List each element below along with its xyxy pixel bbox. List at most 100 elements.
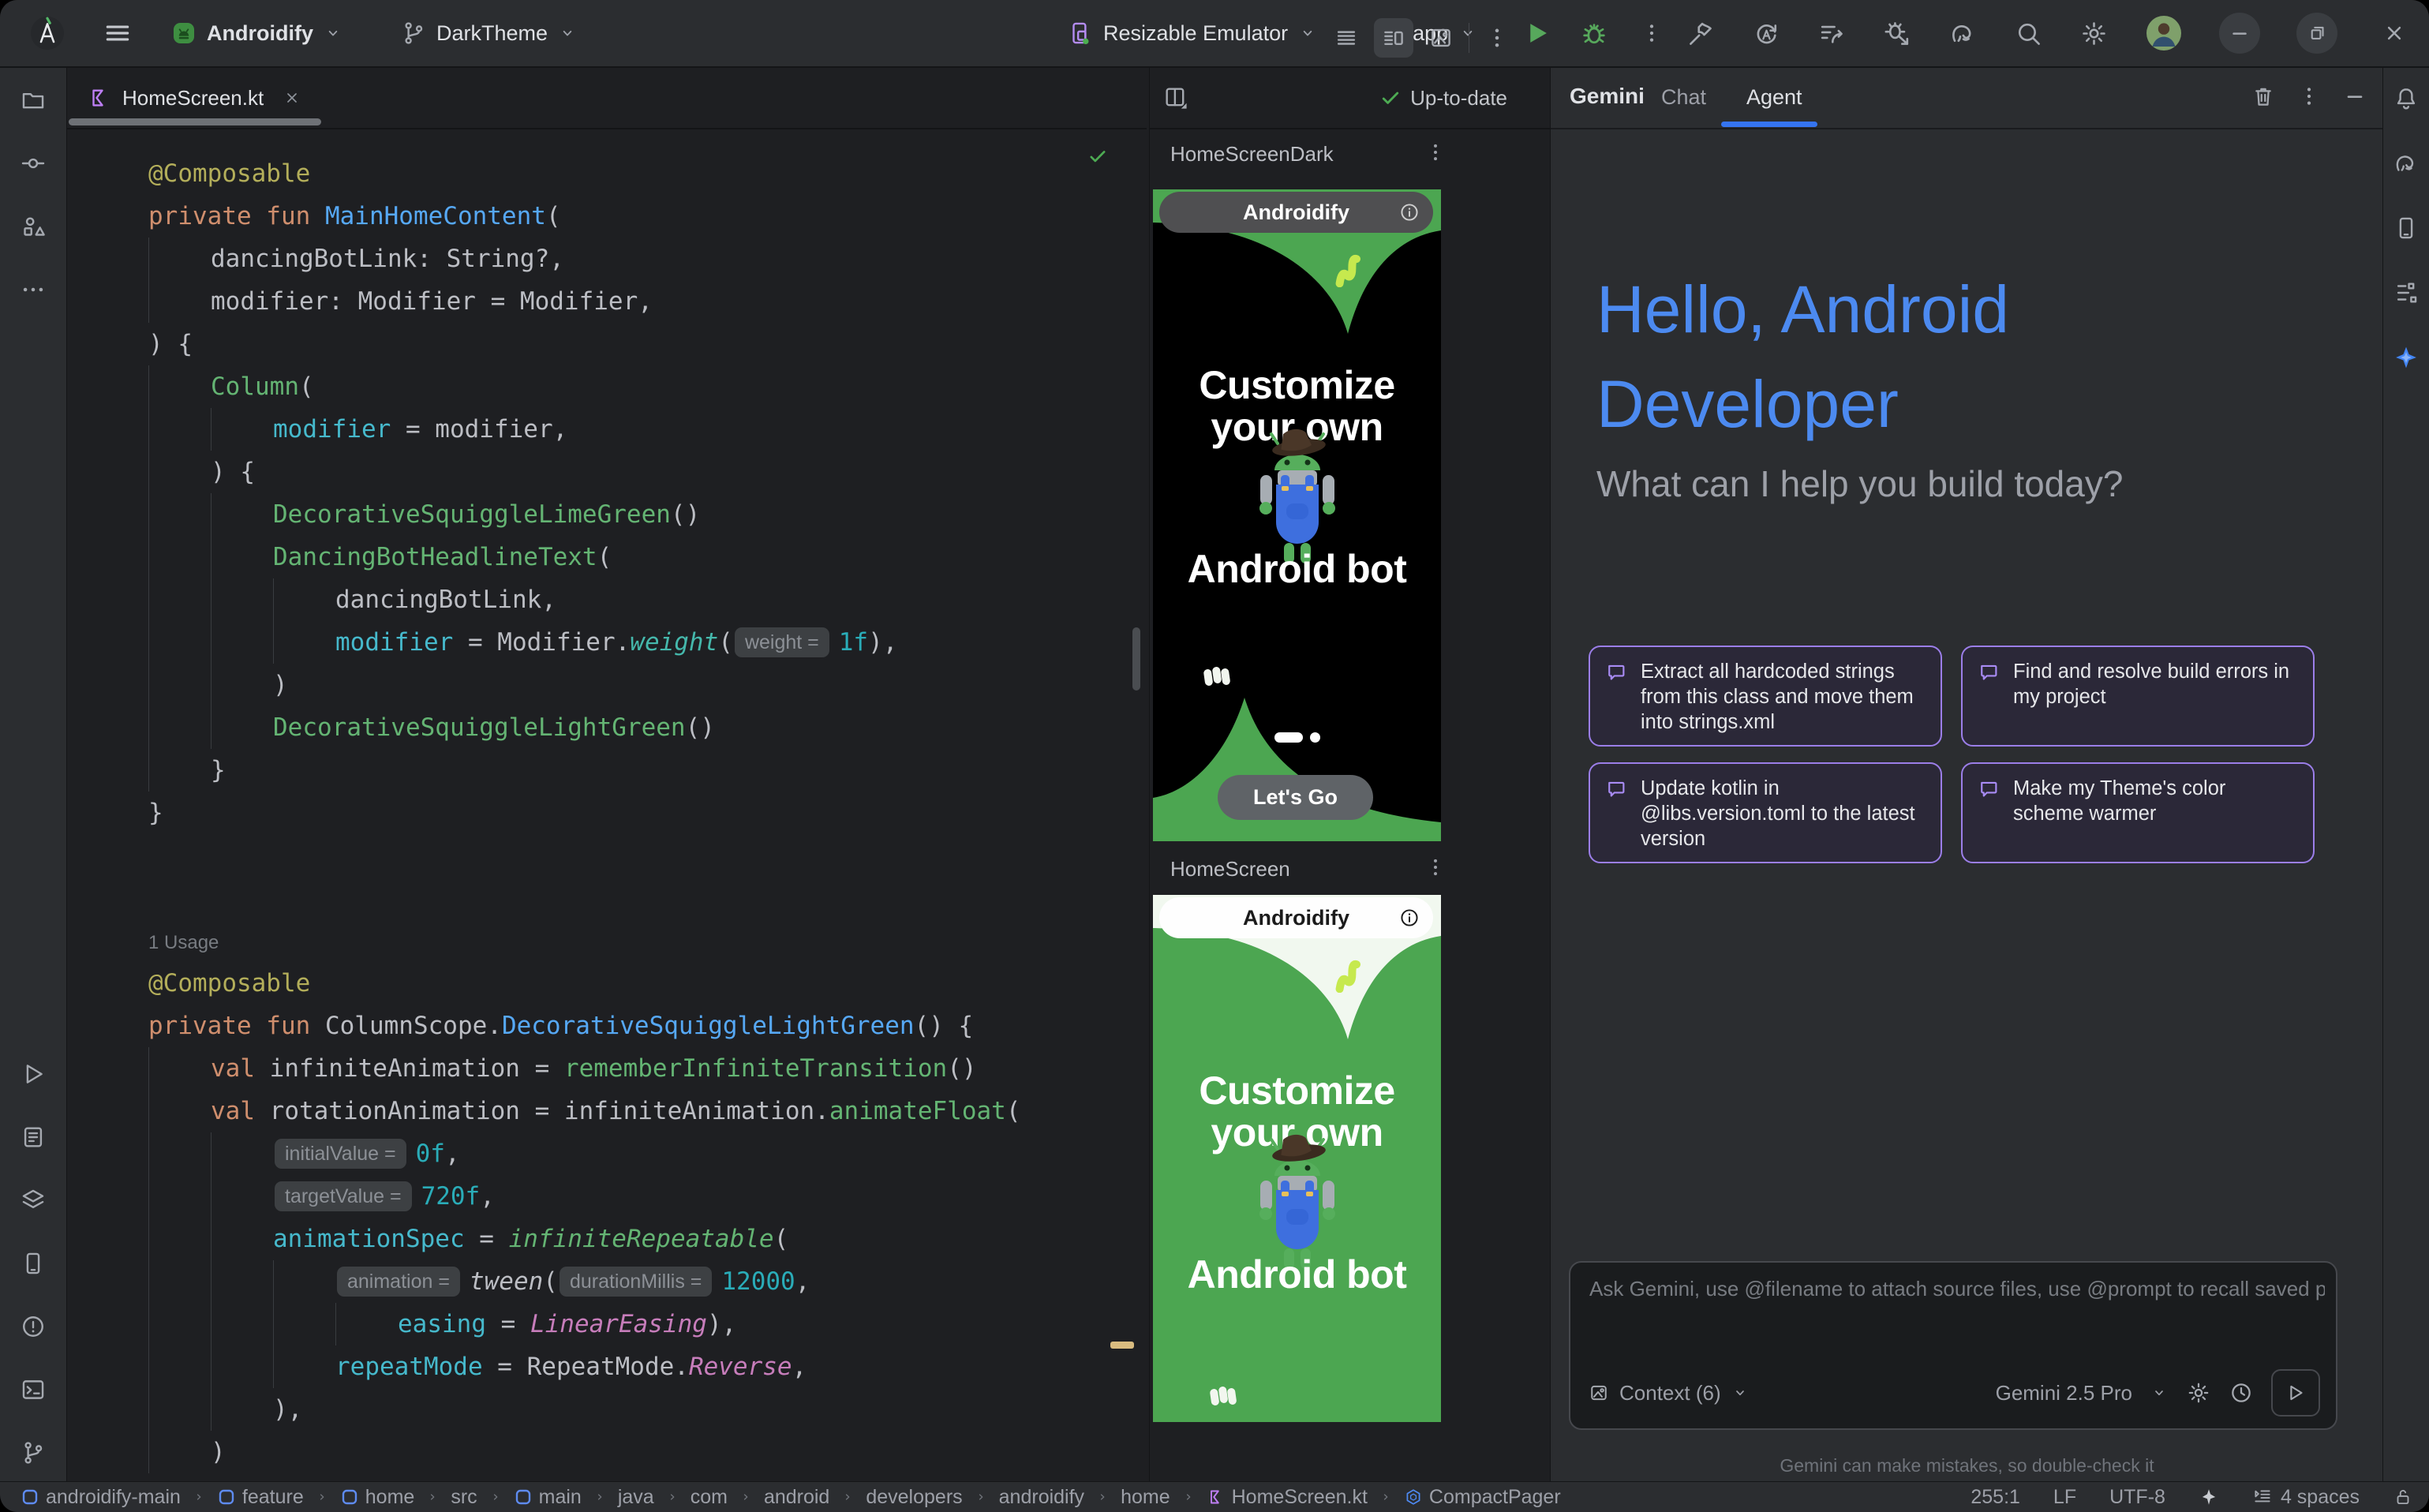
preview-phone-light[interactable]: Androidify Customize your own Android bo… [1153,895,1441,1422]
preview-name-light[interactable]: HomeScreen [1170,857,1290,881]
indent-icon [2252,1487,2273,1507]
ai-status[interactable] [2199,1487,2219,1507]
device-icon[interactable] [2393,215,2420,241]
device-icon[interactable] [20,1250,47,1277]
gemini-input-box[interactable]: Ask Gemini, use @filename to attach sour… [1569,1261,2337,1430]
line-separator[interactable]: LF [2053,1486,2076,1509]
layers-icon[interactable] [20,1187,47,1214]
editor-scrollbar-thumb[interactable] [1132,627,1140,691]
more-actions-icon[interactable] [1639,21,1664,46]
tab-chat[interactable]: Chat [1661,85,1706,110]
device-selector[interactable]: Resizable Emulator [1067,20,1318,47]
context-selector[interactable]: Context (6) [1588,1381,1750,1405]
code-line: DancingBotHeadlineText( [148,536,1147,578]
run-button[interactable] [1522,18,1552,48]
tab-close-icon[interactable] [283,88,301,107]
file-encoding[interactable]: UTF-8 [2109,1486,2165,1509]
breadcrumb-separator-icon [665,1490,679,1504]
bell-icon[interactable] [2393,85,2420,112]
breadcrumb-item[interactable]: main [514,1486,582,1509]
git-branch-icon [400,20,427,47]
breadcrumb-item[interactable]: java [618,1486,654,1509]
breadcrumb-item[interactable]: CompactPager [1404,1486,1561,1509]
structure-icon[interactable] [2393,279,2420,306]
breadcrumb-item[interactable]: feature [217,1486,304,1509]
preview-layout-icon[interactable] [1162,84,1189,111]
resources-icon[interactable] [20,213,47,240]
search-everywhere-button[interactable] [2014,19,2043,48]
attach-debugger-button[interactable] [1883,19,1912,48]
breadcrumb-item[interactable]: home [1121,1486,1170,1509]
debug-button[interactable] [1579,18,1609,48]
gradle-sync-button[interactable] [1948,19,1978,48]
lets-go-button[interactable]: Let's Go [1218,775,1373,820]
design-view-icon[interactable] [1428,24,1454,51]
breadcrumb-item[interactable]: home [340,1486,415,1509]
window-restore-button[interactable] [2296,13,2337,54]
tab-agent[interactable]: Agent [1746,85,1802,110]
gemini-suggestion-card[interactable]: Extract all hardcoded strings from this … [1589,646,1942,747]
code-line [148,877,1147,919]
gemini-suggestion-card[interactable]: Update kotlin in @libs.version.toml to t… [1589,762,1942,863]
branch-name: DarkTheme [436,21,548,46]
breadcrumb-item[interactable]: androidify [999,1486,1084,1509]
breadcrumb-item[interactable]: HomeScreen.kt [1207,1486,1368,1509]
editor-options-icon[interactable] [1484,24,1510,51]
branch-icon[interactable] [20,1439,47,1466]
breadcrumb-item[interactable]: android [764,1486,829,1509]
code-area[interactable]: @Composableprivate fun MainHomeContent(d… [67,152,1147,1482]
chevron-down-icon [323,23,343,43]
code-line: animationSpec = infiniteRepeatable( [148,1218,1147,1260]
breadcrumb-item[interactable]: com [691,1486,728,1509]
settings-button[interactable] [2079,19,2109,48]
device-name: Resizable Emulator [1103,21,1288,46]
elephant-icon[interactable] [2393,150,2420,177]
run-outline-icon[interactable] [20,1061,47,1087]
preview-status-text: Up-to-date [1410,86,1507,110]
preview-options-icon[interactable] [1424,855,1447,879]
file-lock-status[interactable] [2393,1487,2413,1507]
gemini-options-icon[interactable] [2296,84,2322,109]
breadcrumb-item[interactable]: src [451,1486,477,1509]
gemini-suggestion-card[interactable]: Find and resolve build errors in my proj… [1961,646,2315,747]
commit-icon[interactable] [20,150,47,177]
clear-chat-icon[interactable] [2251,84,2276,109]
left-stripe-top [20,87,47,303]
main-menu-icon[interactable] [103,18,133,48]
project-selector[interactable]: Androidify [170,20,343,47]
editor-view-modes [1333,8,1510,68]
sync-button[interactable] [1752,19,1781,48]
more-icon[interactable] [20,276,47,303]
breadcrumb-item[interactable]: androidify-main [21,1486,181,1509]
model-selector[interactable]: Gemini 2.5 Pro [1996,1381,2132,1405]
window-minimize-button[interactable] [2219,13,2260,54]
spark-icon [2199,1487,2219,1507]
send-button[interactable] [2271,1369,2320,1417]
preview-options-icon[interactable] [1424,140,1447,164]
split-view-toggle[interactable] [1374,18,1413,58]
code-view-icon[interactable] [1333,24,1360,51]
branch-selector[interactable]: DarkTheme [400,20,578,47]
gemini-suggestion-card[interactable]: Make my Theme's color scheme warmer [1961,762,2315,863]
user-avatar[interactable] [2145,14,2183,52]
window-close-button[interactable] [2374,13,2415,54]
terminal-icon[interactable] [20,1376,47,1403]
preview-phone-dark[interactable]: Androidify Customize your own Android bo… [1153,189,1441,841]
preview-name-dark[interactable]: HomeScreenDark [1170,142,1334,167]
phone-headline-line3: Android bot [1153,548,1441,590]
problems-icon[interactable] [20,1313,47,1340]
history-icon[interactable] [2229,1380,2254,1405]
indent-setting[interactable]: 4 spaces [2252,1486,2360,1509]
hide-panel-icon[interactable] [2342,84,2367,109]
preview-build-status[interactable]: Up-to-date [1379,86,1507,110]
breadcrumb-item[interactable]: developers [866,1486,962,1509]
inspections-ok-icon[interactable] [1087,145,1109,167]
build-button[interactable] [1686,19,1716,48]
caret-position[interactable]: 255:1 [1971,1486,2020,1509]
gemini-settings-icon[interactable] [2186,1380,2211,1405]
profiler-button[interactable] [1817,19,1847,48]
folder-icon[interactable] [20,87,47,114]
logcat-icon[interactable] [20,1124,47,1151]
gem-icon[interactable] [2393,344,2420,371]
code-line: modifier: Modifier = Modifier, [148,280,1147,323]
